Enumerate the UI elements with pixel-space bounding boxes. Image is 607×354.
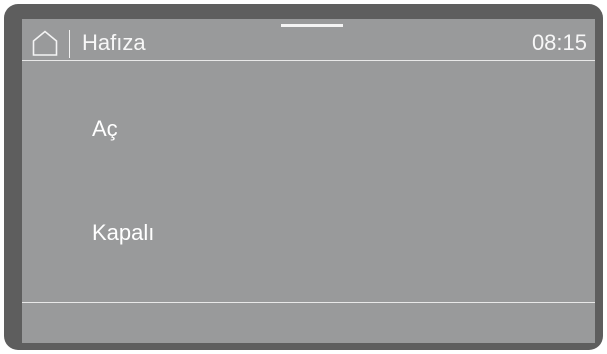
- header-bar: Hafıza 08:15: [22, 19, 595, 60]
- home-icon: [32, 30, 58, 56]
- page-title: Hafıza: [82, 30, 146, 55]
- display-screen: Hafıza 08:15 Aç Kapalı: [22, 19, 595, 343]
- option-on[interactable]: Aç: [92, 115, 118, 143]
- option-off[interactable]: Kapalı: [92, 219, 154, 247]
- footer-divider: [22, 302, 595, 303]
- header-divider: [22, 60, 595, 61]
- device-bezel: Hafıza 08:15 Aç Kapalı: [4, 4, 603, 350]
- header-separator: [69, 30, 70, 58]
- clock-time: 08:15: [531, 30, 587, 55]
- home-button[interactable]: [32, 30, 58, 56]
